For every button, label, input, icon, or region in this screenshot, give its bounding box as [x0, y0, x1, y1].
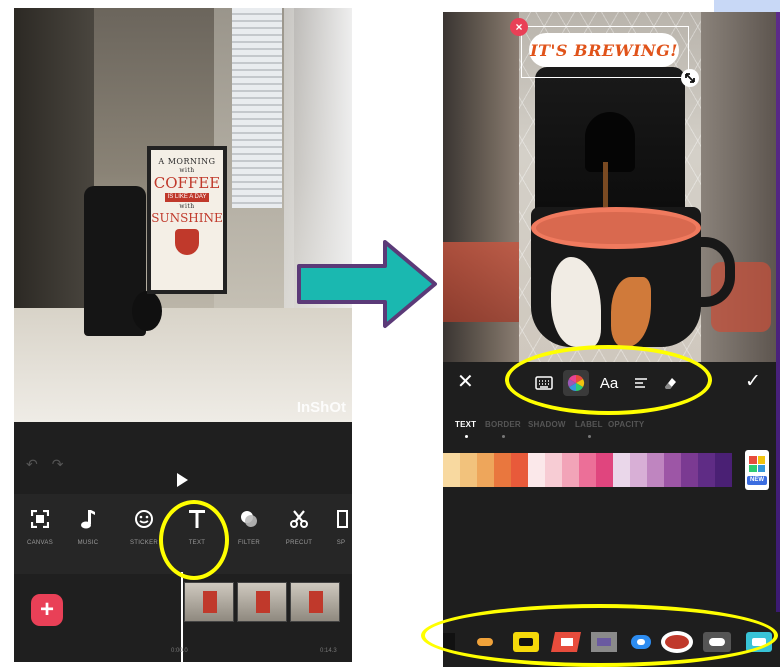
tool-split[interactable]: SP	[326, 508, 352, 546]
color-swatch[interactable]	[443, 453, 460, 487]
decor-edge-blue	[714, 0, 780, 12]
tool-precut[interactable]: PRECUT	[279, 508, 319, 546]
tool-music-label: MUSIC	[77, 540, 99, 546]
video-preview[interactable]: A MORNING with COFFEE IS LIKE A DAY with…	[14, 8, 352, 422]
clip-thumbnail	[290, 582, 340, 622]
filter-icon	[238, 508, 260, 530]
tool-canvas-label: CANVAS	[26, 540, 54, 546]
tab-shadow[interactable]: SHADOW	[528, 420, 566, 429]
scene-blur-right	[701, 12, 780, 362]
palette-grid-icon	[749, 456, 765, 472]
confirm-button[interactable]: ✓	[745, 372, 761, 392]
scene-cup	[132, 291, 162, 331]
video-preview[interactable]: IT'S BREWING! ×	[443, 12, 780, 362]
scene-mug	[531, 207, 701, 347]
text-sticker[interactable]: IT'S BREWING!	[529, 33, 679, 67]
cancel-button[interactable]: ✕	[457, 372, 474, 392]
undo-icon[interactable]: ↶	[26, 456, 38, 473]
tab-text[interactable]: TEXT	[455, 420, 476, 429]
tutorial-composite: A MORNING with COFFEE IS LIKE A DAY with…	[0, 0, 780, 667]
play-icon	[177, 473, 188, 487]
color-swatch[interactable]	[681, 453, 698, 487]
new-badge: NEW	[747, 476, 767, 485]
time-start: 0:00.0	[171, 648, 188, 654]
canvas-icon	[29, 508, 51, 530]
tab-label-indicator	[588, 435, 591, 438]
coffee-pot-icon	[175, 229, 199, 255]
color-swatch[interactable]	[630, 453, 647, 487]
tool-sticker[interactable]: STICKER	[124, 508, 164, 546]
sign-line-4: IS LIKE A DAY	[164, 193, 210, 202]
tool-split-label: SP	[336, 540, 346, 546]
clip-thumbnail	[237, 582, 287, 622]
tab-label[interactable]: LABEL	[575, 420, 603, 429]
color-swatch[interactable]	[596, 453, 613, 487]
scene-window-blinds	[232, 8, 282, 208]
coffee-sign: A MORNING with COFFEE IS LIKE A DAY with…	[147, 146, 227, 294]
sign-line-1: A MORNING	[158, 157, 216, 166]
undo-redo-group: ↶ ↷	[26, 456, 63, 473]
tool-precut-label: PRECUT	[285, 540, 313, 546]
play-button[interactable]	[174, 472, 190, 488]
split-icon	[330, 508, 352, 530]
color-swatch[interactable]	[647, 453, 664, 487]
add-clip-button[interactable]: +	[31, 594, 63, 626]
tab-opacity[interactable]: OPACITY	[608, 420, 644, 429]
tool-sticker-label: STICKER	[129, 540, 159, 546]
tool-music[interactable]: MUSIC	[68, 508, 108, 546]
music-note-icon	[77, 508, 99, 530]
scene-spout	[585, 112, 635, 172]
style-tabs: TEXT BORDER SHADOW LABEL OPACITY	[443, 414, 780, 438]
scene-blur-left	[443, 12, 519, 362]
tool-canvas[interactable]: CANVAS	[20, 508, 60, 546]
sign-line-5: with	[179, 203, 195, 210]
color-swatch[interactable]	[613, 453, 630, 487]
color-swatch[interactable]	[664, 453, 681, 487]
clip-thumbnail	[184, 582, 234, 622]
coffee-sign-face: A MORNING with COFFEE IS LIKE A DAY with…	[151, 150, 223, 290]
sign-line-6: SUNSHINE	[151, 211, 223, 225]
color-swatch[interactable]	[715, 453, 732, 487]
sticker-resize-handle[interactable]	[681, 69, 699, 87]
scene-mug-pattern	[611, 277, 651, 347]
tool-filter-label: FILTER	[237, 540, 261, 546]
color-swatch[interactable]	[511, 453, 528, 487]
tool-filter[interactable]: FILTER	[229, 508, 269, 546]
color-swatch[interactable]	[698, 453, 715, 487]
right-phone-screen: IT'S BREWING! × ✕ Aa ✓ TEXT BORDER SHADO…	[443, 12, 780, 667]
scene-mug-pattern	[551, 257, 601, 347]
highlight-circle-text-tool	[159, 500, 229, 580]
inshot-watermark[interactable]: InShOt	[297, 399, 346, 416]
right-arrow-icon	[297, 240, 437, 328]
tab-text-indicator	[465, 435, 468, 438]
color-swatch[interactable]	[545, 453, 562, 487]
color-swatch[interactable]	[494, 453, 511, 487]
custom-color-button[interactable]: NEW	[745, 450, 769, 490]
resize-arrows-icon	[685, 73, 695, 83]
highlight-circle-label-styles	[421, 604, 778, 667]
time-end: 0:14.3	[320, 648, 337, 654]
scene-mug-rim	[531, 207, 701, 249]
decor-edge-purple	[776, 12, 780, 612]
color-palette	[443, 453, 780, 487]
color-swatch[interactable]	[579, 453, 596, 487]
tab-border-indicator	[502, 435, 505, 438]
color-swatch[interactable]	[528, 453, 545, 487]
color-swatch[interactable]	[477, 453, 494, 487]
redo-icon[interactable]: ↷	[52, 456, 64, 473]
scissors-icon	[288, 508, 310, 530]
sign-line-3: COFFEE	[153, 174, 221, 192]
color-swatch[interactable]	[562, 453, 579, 487]
clip-thumbnail-strip[interactable]	[184, 582, 352, 622]
tab-border[interactable]: BORDER	[485, 420, 521, 429]
highlight-circle-edit-tools	[505, 345, 712, 415]
smiley-icon	[133, 508, 155, 530]
sticker-text: IT'S BREWING!	[530, 40, 678, 60]
sticker-delete-button[interactable]: ×	[510, 18, 528, 36]
color-swatch[interactable]	[460, 453, 477, 487]
